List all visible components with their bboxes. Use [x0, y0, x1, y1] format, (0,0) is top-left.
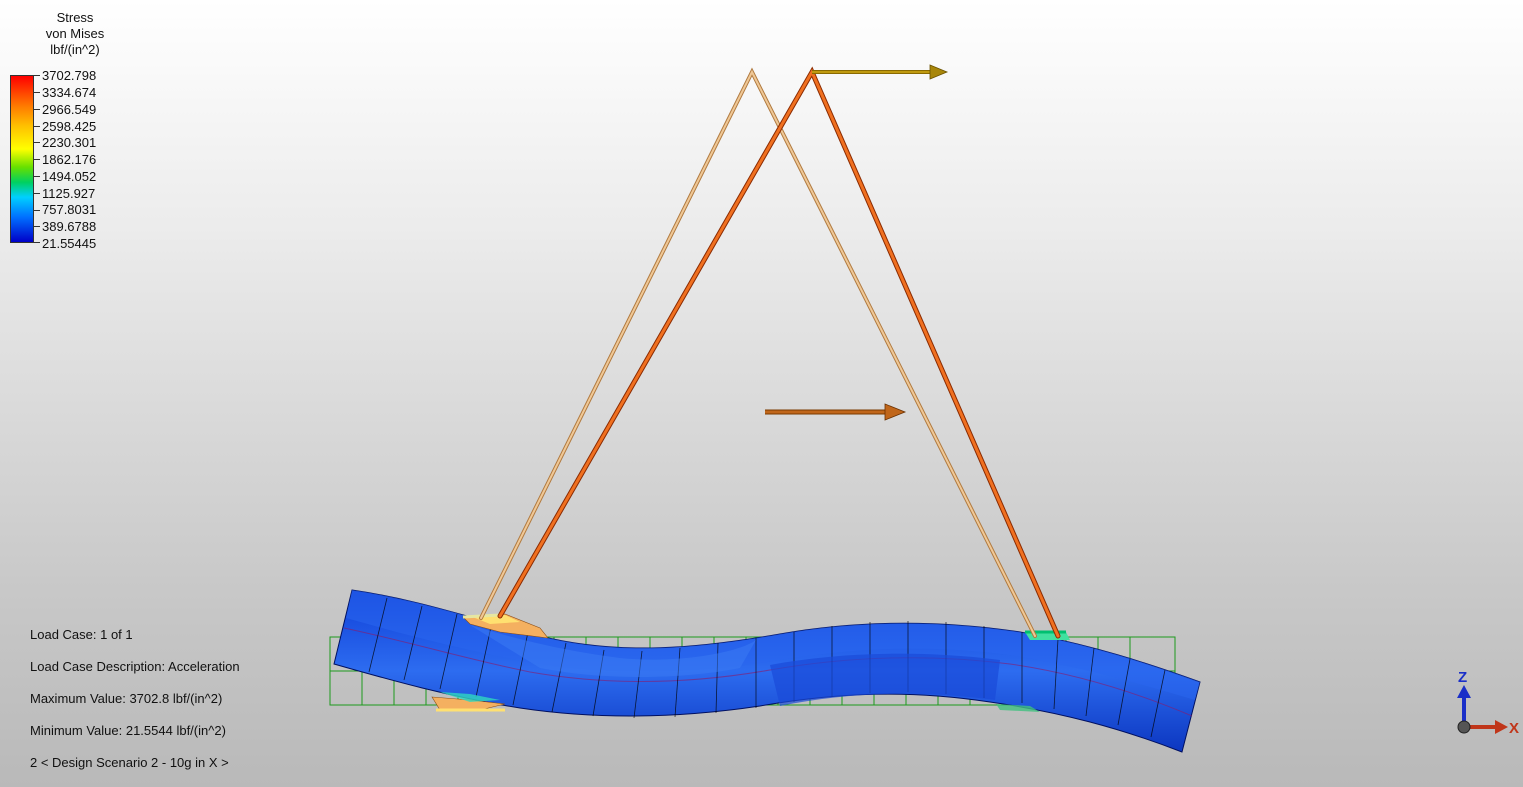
- maximum-value-label: Maximum Value: 3702.8 lbf/(in^2): [30, 691, 223, 706]
- legend-value: 2230.301: [42, 135, 97, 150]
- triad-origin-icon: [1457, 720, 1471, 734]
- legend-value: 3702.798: [42, 68, 97, 83]
- legend-tick: [34, 142, 40, 143]
- legend-value: 1494.052: [42, 169, 97, 184]
- design-scenario-label: 2 < Design Scenario 2 - 10g in X >: [30, 755, 229, 770]
- legend-tick: [34, 193, 40, 194]
- legend-value: 1125.927: [42, 186, 96, 201]
- x-axis-arrow: [1464, 720, 1508, 734]
- minimum-value-label: Minimum Value: 21.5544 lbf/(in^2): [30, 723, 226, 738]
- legend-color-bar: [10, 75, 34, 243]
- legend-title-type: von Mises: [45, 26, 105, 41]
- legend-tick: [34, 92, 40, 93]
- legend-value: 757.8031: [42, 202, 97, 217]
- load-arrow-top[interactable]: [812, 64, 949, 80]
- legend-value: 21.55445: [42, 236, 97, 251]
- legend-tick: [34, 109, 40, 110]
- legend-tick: [34, 226, 40, 227]
- legend-value: 389.6788: [42, 219, 97, 234]
- legend-title-units: lbf/(in^2): [50, 42, 100, 57]
- truss-undeformed[interactable]: [479, 67, 1037, 638]
- load-case-label: Load Case: 1 of 1: [30, 627, 133, 642]
- x-axis-label: X: [1509, 720, 1519, 737]
- legend-value: 1862.176: [42, 152, 97, 167]
- legend-title-result: Stress: [56, 10, 94, 25]
- legend-tick: [34, 242, 40, 243]
- legend-tick: [34, 126, 40, 127]
- legend-value: 2598.425: [42, 119, 97, 134]
- orientation-triad[interactable]: Z X: [1445, 665, 1523, 745]
- truss-deformed[interactable]: [497, 66, 1061, 639]
- load-arrow-mid[interactable]: [765, 403, 907, 421]
- legend-tick: [34, 159, 40, 160]
- stress-legend: Stress von Mises lbf/(in^2) 3702.798 333…: [0, 0, 130, 260]
- deformed-beam[interactable]: [333, 589, 1201, 753]
- legend-tick: [34, 176, 40, 177]
- z-axis-label: Z: [1458, 669, 1467, 686]
- load-case-description-label: Load Case Description: Acceleration: [30, 659, 240, 674]
- legend-value: 3334.674: [42, 85, 97, 100]
- fea-results-viewport[interactable]: Stress von Mises lbf/(in^2) 3702.798 333…: [0, 0, 1523, 787]
- legend-value: 2966.549: [42, 102, 97, 117]
- legend-tick: [34, 210, 40, 211]
- legend-tick: [34, 75, 40, 76]
